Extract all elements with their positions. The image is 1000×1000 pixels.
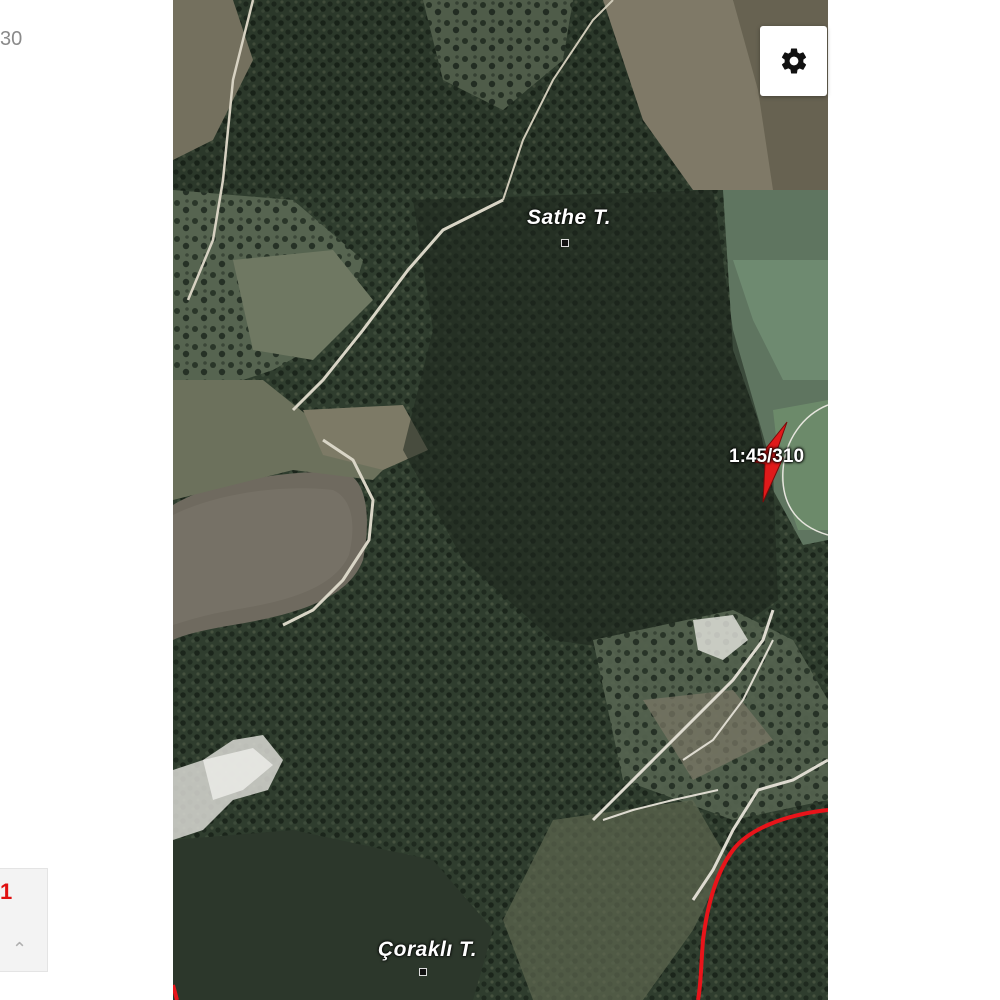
left-panel-widget[interactable]: 1 ⌃ [0,868,48,972]
map-label-sathe: Sathe T. [527,206,612,229]
page: 30 1 ⌃ Sathe T. Çoraklı T. 1:45/310 [0,0,1000,1000]
map-settings-button[interactable] [760,26,827,96]
satellite-map[interactable]: Sathe T. Çoraklı T. 1:45/310 [173,0,828,1000]
left-panel-fragment: 30 [0,28,23,50]
position-label: 1:45/310 [729,446,805,467]
map-imagery [173,0,828,1000]
left-widget-arrow-icon: ⌃ [12,939,28,959]
gear-icon [781,48,806,74]
peak-marker-corakli [419,968,427,976]
peak-marker-sathe [561,239,569,247]
left-widget-red-mark: 1 [0,879,13,904]
map-label-corakli: Çoraklı T. [378,938,478,961]
